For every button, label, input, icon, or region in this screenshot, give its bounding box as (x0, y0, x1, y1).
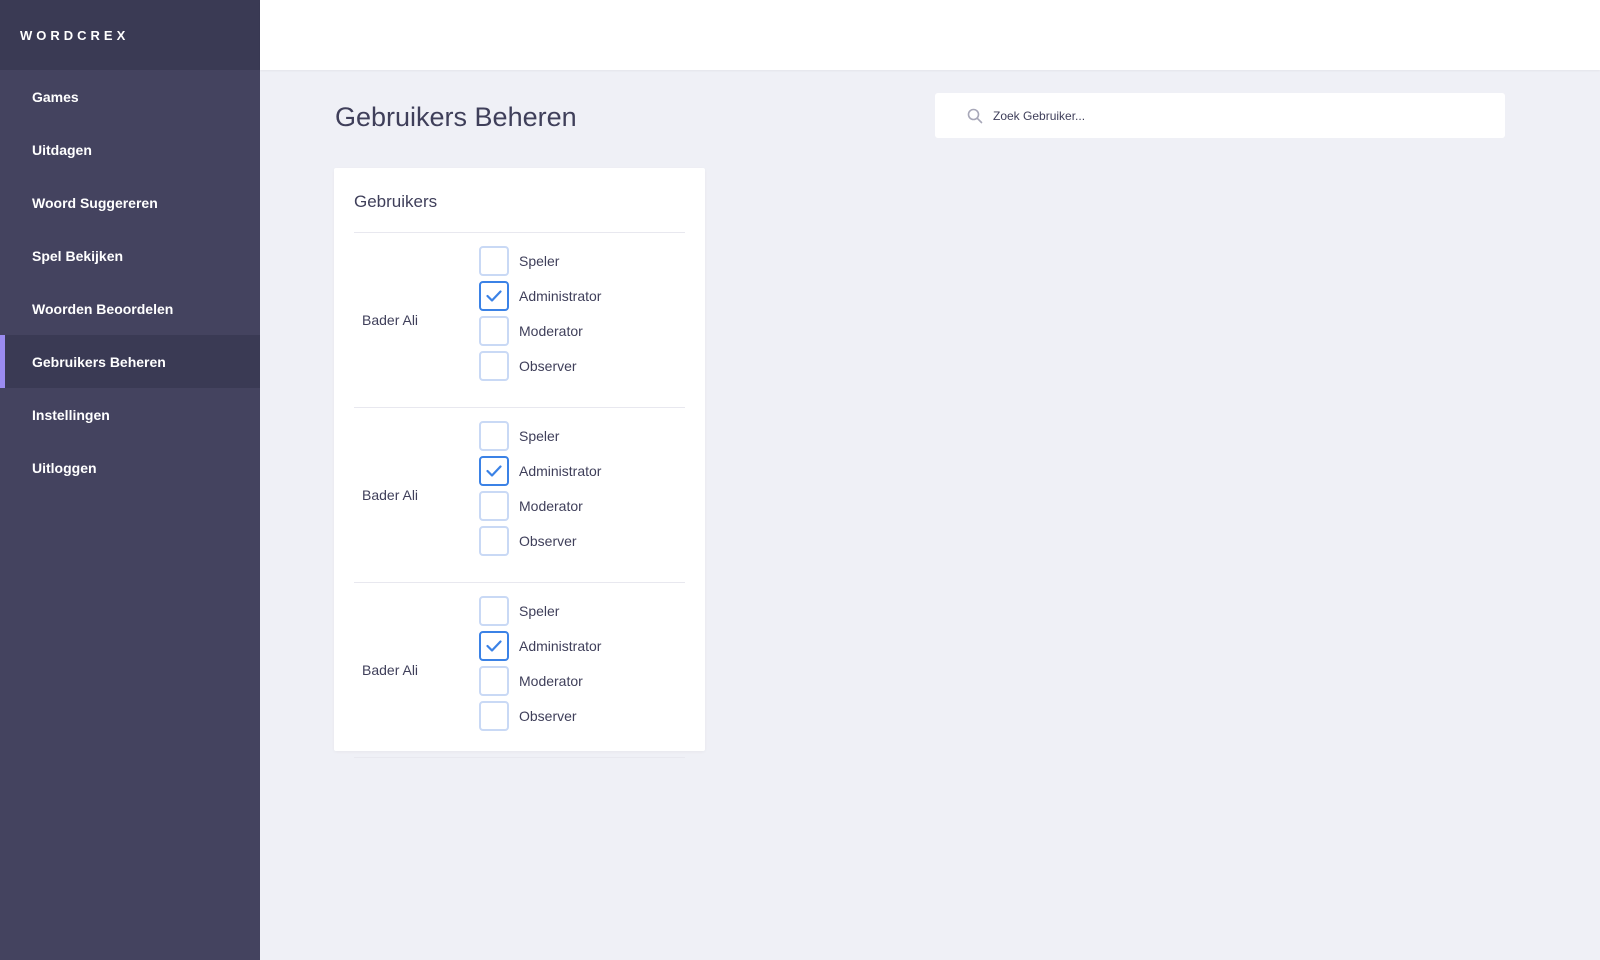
role-option-administrator[interactable]: Administrator (479, 453, 601, 488)
sidebar-item-games[interactable]: Games (0, 70, 260, 123)
role-label: Administrator (519, 637, 602, 654)
search-box[interactable] (935, 93, 1505, 138)
brand-logo[interactable]: WORDCREX (0, 0, 260, 70)
role-checkbox[interactable] (479, 245, 509, 276)
search-icon (967, 108, 983, 123)
user-row: Bader Ali Speler Administrator Moderator Obs… (354, 583, 685, 758)
role-checkbox[interactable] (479, 630, 509, 661)
checkmark-icon (486, 464, 502, 477)
user-name: Bader Ali (362, 487, 419, 503)
role-label: Moderator (519, 672, 583, 689)
role-label: Administrator (519, 287, 602, 304)
role-option-moderator[interactable]: Moderator (479, 488, 601, 523)
role-option-observer[interactable]: Observer (479, 348, 601, 383)
role-checkbox[interactable] (479, 420, 509, 451)
role-label: Observer (519, 707, 577, 724)
role-option-administrator[interactable]: Administrator (479, 278, 601, 313)
user-row: Bader Ali Speler Administrator Moderator Obs… (354, 408, 685, 583)
role-checkbox[interactable] (479, 595, 509, 626)
role-label: Moderator (519, 322, 583, 339)
role-option-speler[interactable]: Speler (479, 243, 601, 278)
sidebar-item-instellingen[interactable]: Instellingen (0, 388, 260, 441)
role-checkbox[interactable] (479, 665, 509, 696)
role-checkbox[interactable] (479, 350, 509, 381)
top-bar (260, 0, 1600, 70)
role-label: Speler (519, 602, 560, 619)
sidebar-item-gebruikers-beheren[interactable]: Gebruikers Beheren (0, 335, 260, 388)
role-option-administrator[interactable]: Administrator (479, 628, 601, 663)
sidebar-item-uitdagen[interactable]: Uitdagen (0, 123, 260, 176)
role-list: Speler Administrator Moderator Observer (479, 243, 601, 383)
role-checkbox[interactable] (479, 455, 509, 486)
role-label: Speler (519, 252, 560, 269)
role-option-speler[interactable]: Speler (479, 418, 601, 453)
role-option-moderator[interactable]: Moderator (479, 313, 601, 348)
role-checkbox[interactable] (479, 525, 509, 556)
role-label: Moderator (519, 497, 583, 514)
sidebar-nav: Games Uitdagen Woord Suggereren Spel Bek… (0, 70, 260, 494)
role-label: Observer (519, 357, 577, 374)
users-card: Gebruikers Bader Ali Speler Administrator M… (334, 168, 705, 758)
user-list: Bader Ali Speler Administrator Moderator Obs… (354, 233, 685, 758)
checkmark-icon (486, 639, 502, 652)
role-option-speler[interactable]: Speler (479, 593, 601, 628)
user-name: Bader Ali (362, 662, 419, 678)
role-checkbox[interactable] (479, 490, 509, 521)
checkmark-icon (486, 289, 502, 302)
user-row: Bader Ali Speler Administrator Moderator Obs… (354, 233, 685, 408)
page-title: Gebruikers Beheren (335, 102, 577, 132)
sidebar-item-uitloggen[interactable]: Uitloggen (0, 441, 260, 494)
role-checkbox[interactable] (479, 315, 509, 346)
role-option-observer[interactable]: Observer (479, 523, 601, 558)
user-name: Bader Ali (362, 312, 419, 328)
card-title: Gebruikers (354, 168, 685, 233)
sidebar-item-woorden-beoordelen[interactable]: Woorden Beoordelen (0, 282, 260, 335)
role-list: Speler Administrator Moderator Observer (479, 593, 601, 733)
sidebar-item-spel-bekijken[interactable]: Spel Bekijken (0, 229, 260, 282)
role-label: Observer (519, 532, 577, 549)
role-label: Administrator (519, 462, 602, 479)
role-checkbox[interactable] (479, 700, 509, 731)
role-option-moderator[interactable]: Moderator (479, 663, 601, 698)
sidebar: WORDCREX Games Uitdagen Woord Suggereren… (0, 0, 260, 960)
role-option-observer[interactable]: Observer (479, 698, 601, 733)
role-list: Speler Administrator Moderator Observer (479, 418, 601, 558)
sidebar-item-woord-suggereren[interactable]: Woord Suggereren (0, 176, 260, 229)
role-label: Speler (519, 427, 560, 444)
search-input[interactable] (993, 108, 1473, 123)
role-checkbox[interactable] (479, 280, 509, 311)
